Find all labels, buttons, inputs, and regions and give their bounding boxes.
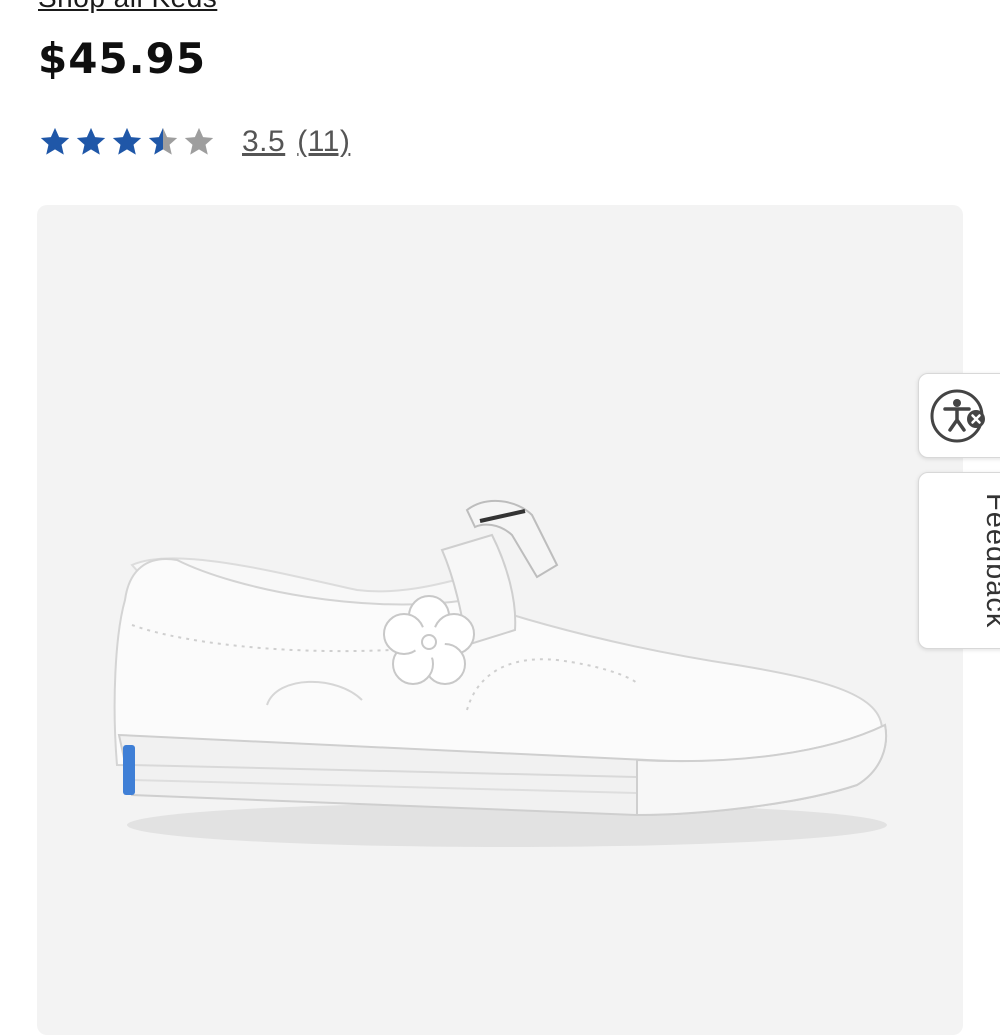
shoe-illustration <box>113 499 887 847</box>
feedback-tab[interactable]: Feedback <box>918 472 1000 649</box>
star-icon <box>110 125 144 159</box>
rating-summary[interactable]: 3.5 (11) <box>38 122 350 162</box>
star-icon <box>38 125 72 159</box>
accessibility-button[interactable] <box>918 373 1000 458</box>
product-image[interactable] <box>37 205 963 1035</box>
empty-star-icon <box>182 125 216 159</box>
keds-logo-tag <box>123 745 135 795</box>
feedback-label: Feedback <box>980 493 1000 629</box>
shop-all-link[interactable]: Shop all Keds <box>38 0 217 14</box>
review-count[interactable]: (11) <box>297 125 350 159</box>
rating-value[interactable]: 3.5 <box>242 125 285 159</box>
rating-stars <box>38 125 216 159</box>
half-star-icon <box>146 125 180 159</box>
product-price: $45.95 <box>38 34 207 83</box>
star-icon <box>74 125 108 159</box>
accessibility-icon <box>929 386 989 451</box>
